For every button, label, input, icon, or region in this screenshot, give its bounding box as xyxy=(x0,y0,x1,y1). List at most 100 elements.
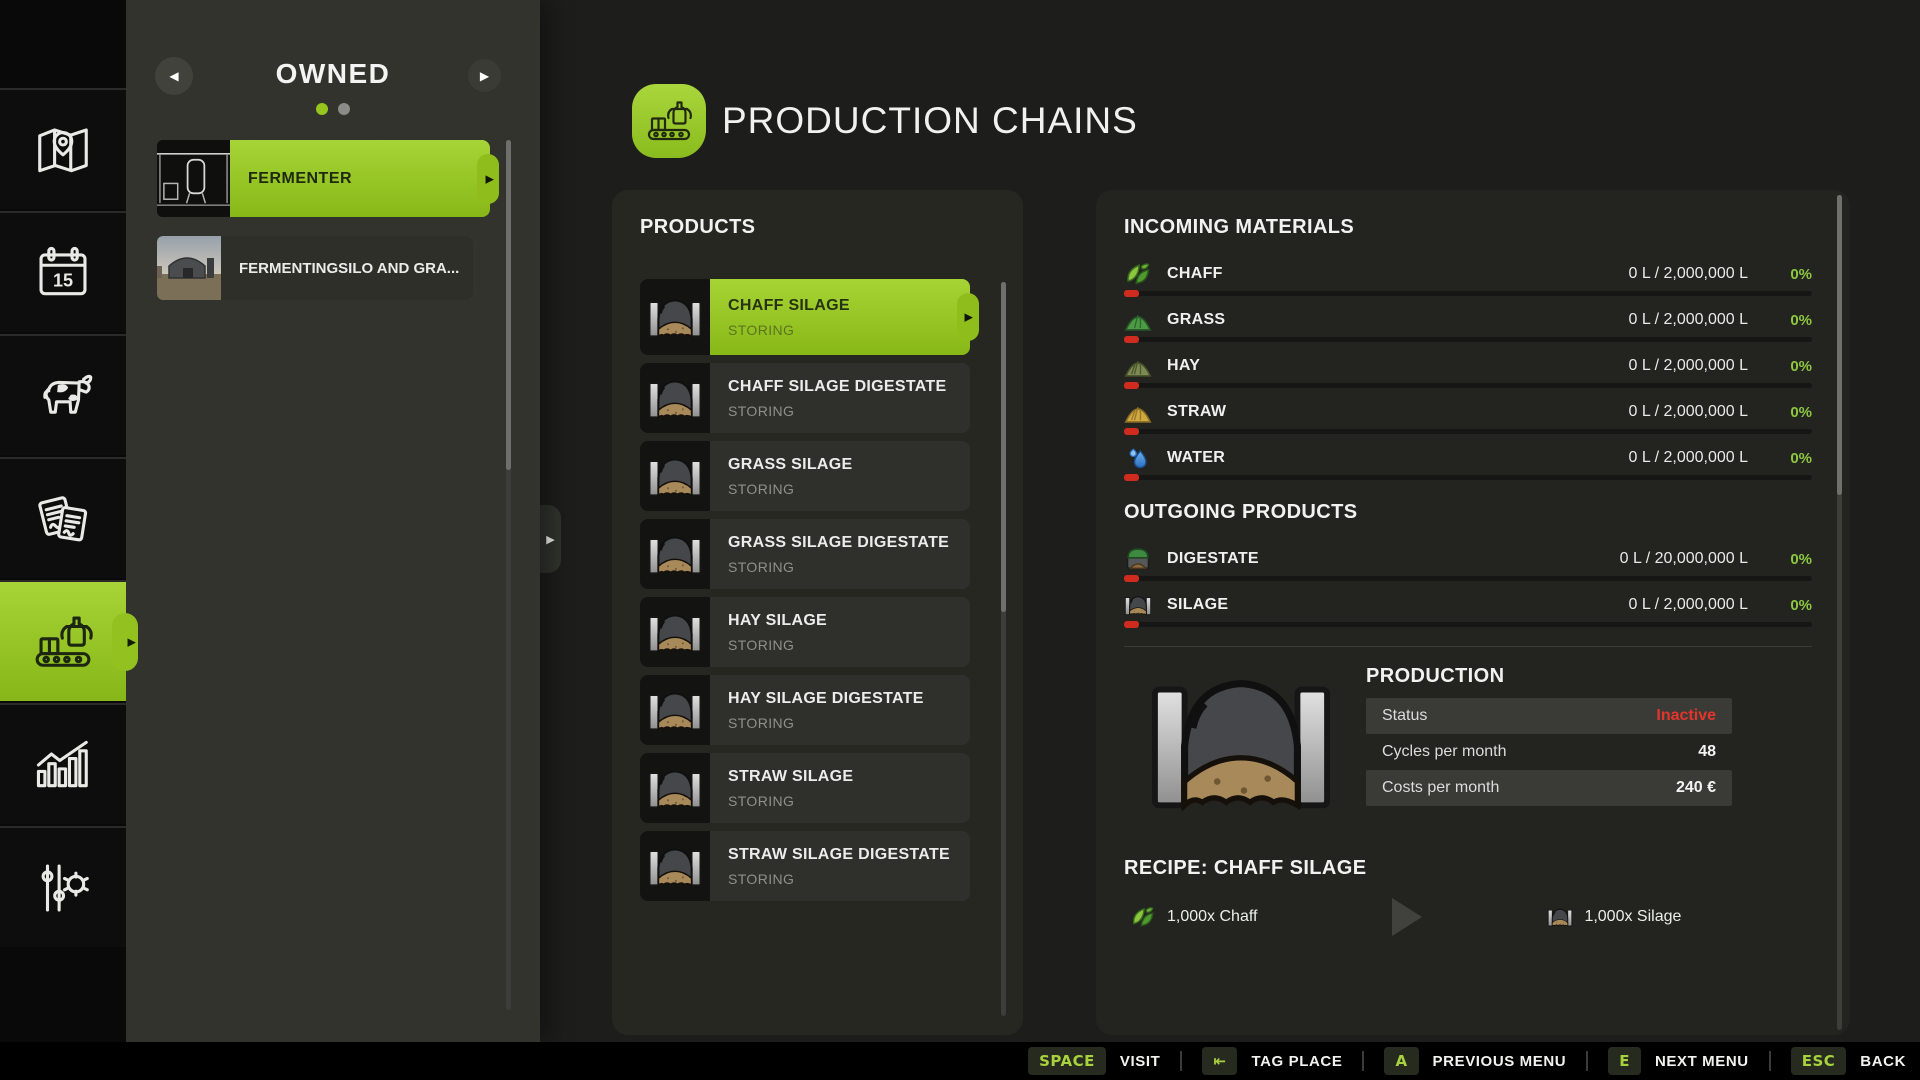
status-badge: Inactive xyxy=(1656,707,1716,725)
fill-level-bar xyxy=(1124,475,1812,480)
sidebar-item-production-chains[interactable]: ▶ xyxy=(0,580,126,701)
fill-level-indicator xyxy=(1124,621,1139,628)
silage-icon xyxy=(640,441,710,511)
products-scrollbar-thumb[interactable] xyxy=(1001,282,1006,612)
fill-level-bar xyxy=(1124,576,1812,581)
owned-item-label: FERMENTER xyxy=(230,140,490,217)
product-row-digestate: DIGESTATE 0 L / 20,000,000 L 0% xyxy=(1124,536,1812,582)
product-item-straw-silage[interactable]: STRAW SILAGESTORING xyxy=(640,753,970,823)
sidebar-item-contracts[interactable] xyxy=(0,457,126,578)
e-key-badge[interactable]: E xyxy=(1608,1047,1641,1075)
contracts-icon xyxy=(32,488,94,550)
cow-icon xyxy=(32,365,94,427)
owned-scrollbar[interactable] xyxy=(506,140,511,1010)
fill-level-indicator xyxy=(1124,336,1139,343)
recipe-row: 1,000x Chaff 1,000x Silage xyxy=(1124,898,1812,936)
digestate-icon xyxy=(1124,545,1152,573)
material-row-chaff: CHAFF 0 L / 2,000,000 L 0% xyxy=(1124,251,1812,297)
grass-icon xyxy=(1124,306,1152,334)
production-chains-icon xyxy=(645,97,693,145)
production-heading: PRODUCTION xyxy=(1366,665,1732,688)
hay-icon xyxy=(1124,352,1152,380)
page-dot xyxy=(338,103,350,115)
svg-text:15: 15 xyxy=(53,270,73,290)
hint-divider xyxy=(1362,1051,1364,1071)
product-row-silage: SILAGE 0 L / 2,000,000 L 0% xyxy=(1124,582,1812,628)
sidebar-item-animals[interactable] xyxy=(0,334,126,455)
silage-icon xyxy=(640,675,710,745)
silage-icon xyxy=(640,279,710,355)
sidebar-item-statistics[interactable] xyxy=(0,703,126,824)
prices-icon xyxy=(32,857,94,919)
recipe-input: 1,000x Chaff xyxy=(1130,904,1257,930)
owned-panel: ◀ OWNED ▶ FERMENTER ▶ FERMENTINGSILO AND… xyxy=(126,0,540,1042)
sidebar-item-map[interactable] xyxy=(0,88,126,209)
fermenter-thumbnail xyxy=(157,140,230,217)
water-icon xyxy=(1124,444,1152,472)
owned-scrollbar-thumb[interactable] xyxy=(506,140,511,470)
page-title: PRODUCTION CHAINS xyxy=(722,100,1138,142)
hint-divider xyxy=(1180,1051,1182,1071)
products-heading: PRODUCTS xyxy=(640,216,755,239)
calendar-icon: 15 xyxy=(32,242,94,304)
product-item-grass-silage-digestate[interactable]: GRASS SILAGE DIGESTATESTORING xyxy=(640,519,970,589)
product-item-straw-silage-digestate[interactable]: STRAW SILAGE DIGESTATESTORING xyxy=(640,831,970,901)
outgoing-products-heading: OUTGOING PRODUCTS xyxy=(1124,501,1812,524)
owned-item-fermentingsilo[interactable]: FERMENTINGSILO AND GRA... xyxy=(157,236,473,300)
owned-next-page-button[interactable]: ▶ xyxy=(468,59,501,92)
fill-level-indicator xyxy=(1124,575,1139,582)
production-details-panel: INCOMING MATERIALS CHAFF 0 L / 2,000,000… xyxy=(1096,190,1850,1035)
silage-icon xyxy=(640,597,710,667)
material-row-hay: HAY 0 L / 2,000,000 L 0% xyxy=(1124,343,1812,389)
silage-icon xyxy=(640,363,710,433)
owned-item-fermenter[interactable]: FERMENTER ▶ xyxy=(157,140,490,217)
details-scrollbar[interactable] xyxy=(1837,195,1842,1030)
product-item-hay-silage-digestate[interactable]: HAY SILAGE DIGESTATESTORING xyxy=(640,675,970,745)
main-menu-sidebar: 15 ▶ xyxy=(0,0,126,1042)
esc-key-badge[interactable]: ESC xyxy=(1791,1047,1847,1075)
tab-key-badge[interactable]: ⇤ xyxy=(1202,1047,1237,1075)
panel-expander-button[interactable]: ▶ xyxy=(540,505,561,573)
production-chains-icon xyxy=(32,611,94,673)
product-item-hay-silage[interactable]: HAY SILAGESTORING xyxy=(640,597,970,667)
fill-level-indicator xyxy=(1124,290,1139,297)
fermentingsilo-thumbnail xyxy=(157,236,221,300)
product-item-chaff-silage[interactable]: CHAFF SILAGESTORING▶ xyxy=(640,279,970,355)
statistics-icon xyxy=(32,734,94,796)
hint-tag-place[interactable]: ⇤ TAG PLACE xyxy=(1202,1047,1342,1075)
owned-page-dots xyxy=(126,103,540,115)
material-row-grass: GRASS 0 L / 2,000,000 L 0% xyxy=(1124,297,1812,343)
fill-level-bar xyxy=(1124,383,1812,388)
details-scrollbar-thumb[interactable] xyxy=(1837,195,1842,495)
sidebar-item-prices[interactable] xyxy=(0,826,126,947)
fill-level-indicator xyxy=(1124,474,1139,481)
hint-back[interactable]: ESC BACK xyxy=(1791,1047,1906,1075)
production-chains-screen: 15 ▶ ◀ OWNED ▶ FERMENTER ▶ xyxy=(0,0,1920,1080)
hint-next-menu[interactable]: E NEXT MENU xyxy=(1608,1047,1749,1075)
silage-icon xyxy=(640,519,710,589)
hotkey-bar: SPACE VISIT ⇤ TAG PLACE A PREVIOUS MENU … xyxy=(0,1042,1920,1080)
sidebar-item-calendar[interactable]: 15 xyxy=(0,211,126,332)
page-dot-active xyxy=(316,103,328,115)
recipe-arrow-icon xyxy=(1392,898,1422,936)
production-info-table: Status Inactive Cycles per month 48 Cost… xyxy=(1366,698,1732,806)
straw-icon xyxy=(1124,398,1152,426)
table-row-cycles: Cycles per month 48 xyxy=(1366,734,1732,770)
table-row-costs: Costs per month 240 € xyxy=(1366,770,1732,806)
table-row-status: Status Inactive xyxy=(1366,698,1732,734)
a-key-badge[interactable]: A xyxy=(1384,1047,1418,1075)
fill-level-bar xyxy=(1124,622,1812,627)
material-row-straw: STRAW 0 L / 2,000,000 L 0% xyxy=(1124,389,1812,435)
hint-previous-menu[interactable]: A PREVIOUS MENU xyxy=(1384,1047,1566,1075)
products-scrollbar[interactable] xyxy=(1001,282,1006,1016)
owned-item-label: FERMENTINGSILO AND GRA... xyxy=(221,236,473,300)
selected-item-arrow-icon: ▶ xyxy=(486,172,494,185)
hint-divider xyxy=(1769,1051,1771,1071)
production-point-image xyxy=(1146,665,1336,815)
product-item-grass-silage[interactable]: GRASS SILAGESTORING xyxy=(640,441,970,511)
product-item-chaff-silage-digestate[interactable]: CHAFF SILAGE DIGESTATESTORING xyxy=(640,363,970,433)
space-key-badge[interactable]: SPACE xyxy=(1028,1047,1106,1075)
selected-item-arrow-icon: ▶ xyxy=(965,311,973,324)
hint-visit[interactable]: SPACE VISIT xyxy=(1028,1047,1160,1075)
active-tab-arrow-icon: ▶ xyxy=(128,635,136,648)
